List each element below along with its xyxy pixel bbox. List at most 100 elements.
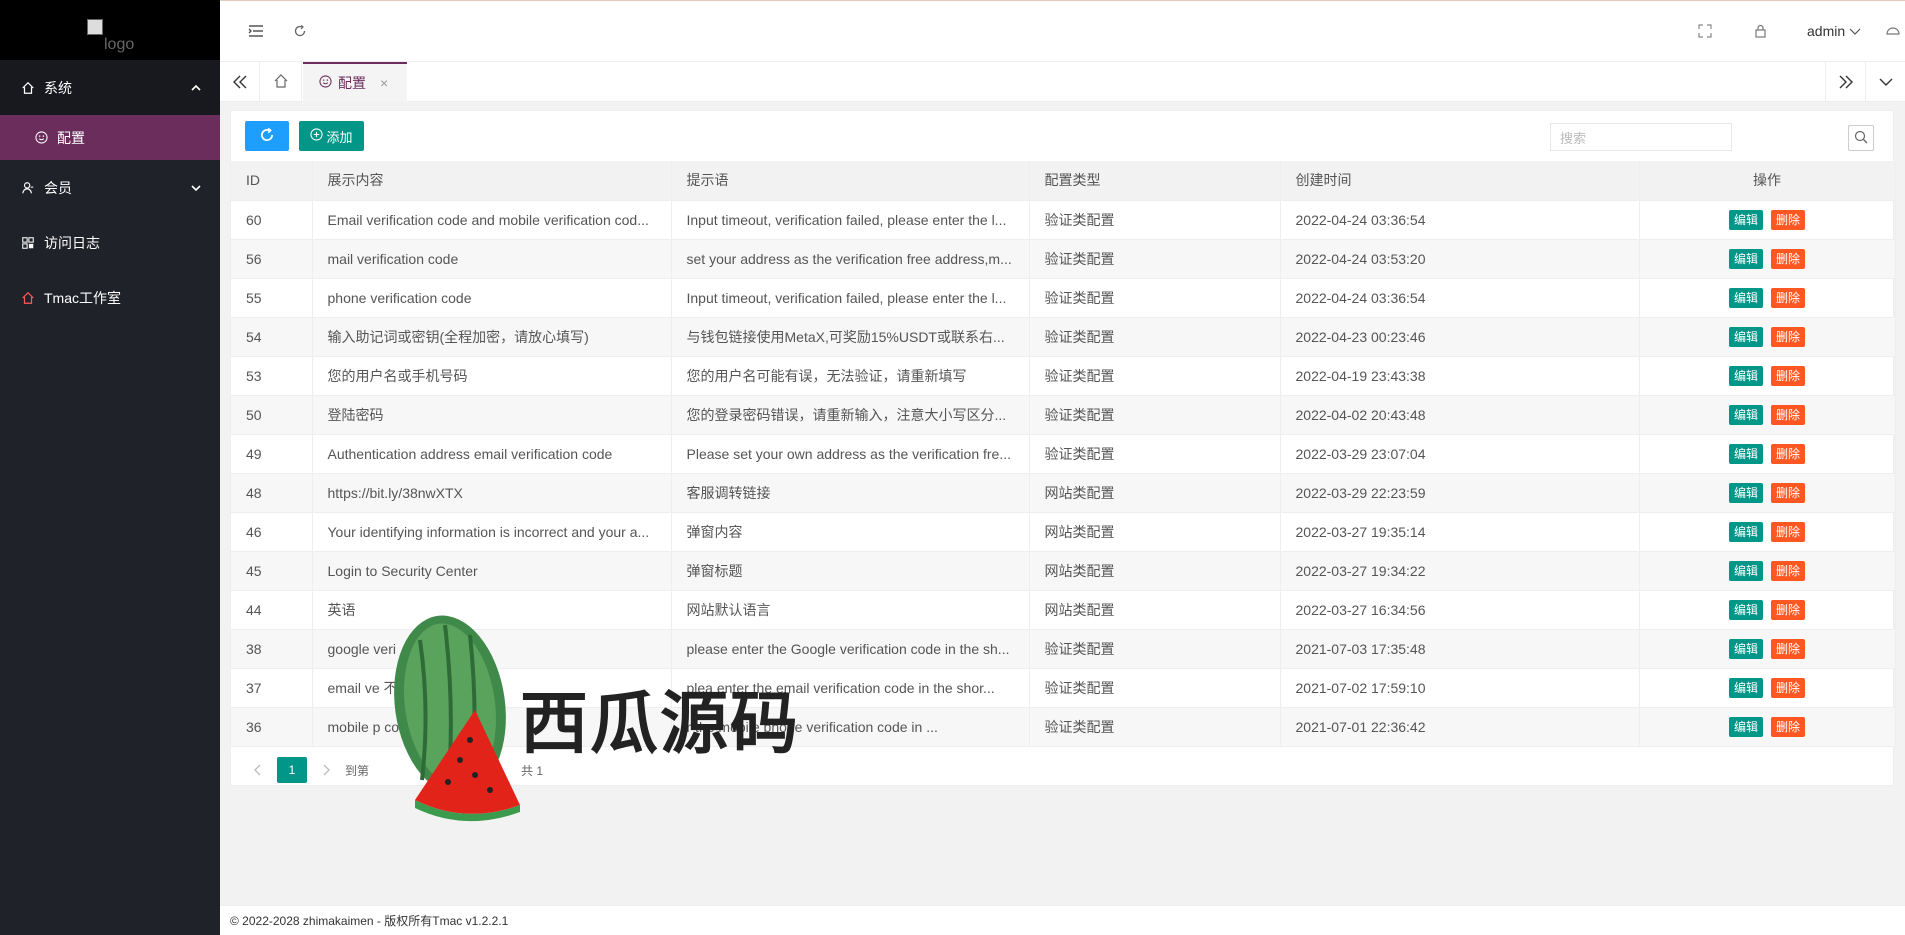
cell-id: 56 [231,239,313,279]
delete-button[interactable]: 删除 [1771,326,1806,347]
table-row[interactable]: 60 Email verification code and mobile ver… [231,200,1896,240]
cell-created: 2022-04-02 20:43:48 [1280,395,1640,435]
table-row[interactable]: 54 输入助记词或密钥(全程加密，请放心填写) 与钱包链接使用MetaX,可奖励15… [231,317,1896,357]
edit-button[interactable]: 编辑 [1728,560,1763,581]
plus-circle-icon [310,128,324,144]
edit-button[interactable]: 编辑 [1728,404,1763,425]
delete-button[interactable]: 删除 [1771,638,1806,659]
edit-button[interactable]: 编辑 [1728,443,1763,464]
edit-button[interactable]: 编辑 [1728,482,1763,503]
column-header-created[interactable]: 创建时间 [1280,161,1640,201]
edit-button[interactable]: 编辑 [1728,677,1763,698]
column-header-type[interactable]: 配置类型 [1029,161,1281,201]
cell-hint: 弹窗内容 [671,512,1030,552]
delete-button[interactable]: 删除 [1771,599,1806,620]
refresh-icon[interactable] [290,21,310,41]
cell-actions: 编辑 删除 [1639,200,1896,240]
logo[interactable]: logo [0,0,220,60]
fullscreen-icon[interactable] [1695,21,1715,41]
cell-actions: 编辑 删除 [1639,395,1896,435]
delete-button[interactable]: 删除 [1771,365,1806,386]
lock-icon[interactable] [1750,21,1770,41]
column-header-content[interactable]: 展示内容 [312,161,672,201]
edit-button[interactable]: 编辑 [1728,209,1763,230]
cell-id: 37 [231,668,313,708]
scroll-tabs-left-icon[interactable] [220,62,260,102]
delete-button[interactable]: 删除 [1771,443,1806,464]
cell-content: mail verification code [312,239,672,279]
chevron-up-icon [190,81,204,95]
table-row[interactable]: 49 Authentication address email verificat… [231,434,1896,474]
sidebar-item-members[interactable]: 会员 [0,160,220,215]
column-header-hint[interactable]: 提示语 [671,161,1030,201]
scroll-tabs-right-icon[interactable] [1825,62,1865,102]
cell-actions: 编辑 删除 [1639,434,1896,474]
cell-actions: 编辑 删除 [1639,278,1896,318]
search-input[interactable]: 搜索 [1550,123,1732,151]
delete-button[interactable]: 删除 [1771,560,1806,581]
cell-created: 2022-03-27 19:35:14 [1280,512,1640,552]
cell-created: 2022-03-27 19:34:22 [1280,551,1640,591]
sidebar-item-config[interactable]: 配置 [0,115,220,160]
tab-menu-dropdown-icon[interactable] [1865,62,1905,102]
table-row[interactable]: 56 mail verification code set your address… [231,239,1896,279]
edit-button[interactable]: 编辑 [1728,521,1763,542]
cell-actions: 编辑 删除 [1639,473,1896,513]
prev-page-icon[interactable] [245,757,271,783]
cell-id: 55 [231,278,313,318]
sidebar-item-label: Tmac工作室 [44,289,121,306]
cell-type: 验证类配置 [1029,434,1281,474]
table-row[interactable]: 48 https://bit.ly/38nwXTX 客服调转链接 网站类配置 2022-… [231,473,1896,513]
next-page-icon[interactable] [313,757,339,783]
tab-home[interactable] [260,62,302,102]
refresh-button[interactable] [245,121,289,151]
copyright-text: © 2022-2028 zhimakaimen - 版权所有Tmac v1.2.… [230,914,509,928]
cell-actions: 编辑 删除 [1639,668,1896,708]
sidebar-item-access-log[interactable]: 访问日志 [0,215,220,270]
cell-type: 验证类配置 [1029,629,1281,669]
cell-created: 2021-07-03 17:35:48 [1280,629,1640,669]
table-row[interactable]: 55 phone verification code Input timeout, … [231,278,1896,318]
edit-button[interactable]: 编辑 [1728,638,1763,659]
delete-button[interactable]: 删除 [1771,209,1806,230]
edit-button[interactable]: 编辑 [1728,248,1763,269]
theme-icon[interactable] [1883,21,1903,41]
delete-button[interactable]: 删除 [1771,482,1806,503]
cell-type: 验证类配置 [1029,395,1281,435]
sidebar-item-tmac-studio[interactable]: Tmac工作室 [0,270,220,325]
table-row[interactable]: 50 登陆密码 您的登录密码错误，请重新输入，注意大小写区分... 验证类配置 2022… [231,395,1896,435]
edit-button[interactable]: 编辑 [1728,326,1763,347]
close-icon[interactable]: × [380,75,388,91]
edit-button[interactable]: 编辑 [1728,599,1763,620]
cell-id: 45 [231,551,313,591]
edit-button[interactable]: 编辑 [1728,287,1763,308]
delete-button[interactable]: 删除 [1771,404,1806,425]
sidebar-item-system[interactable]: 系统 [0,60,220,115]
delete-button[interactable]: 删除 [1771,521,1806,542]
cell-id: 46 [231,512,313,552]
delete-button[interactable]: 删除 [1771,716,1806,737]
edit-button[interactable]: 编辑 [1728,716,1763,737]
delete-button[interactable]: 删除 [1771,677,1806,698]
search-button[interactable] [1848,125,1874,151]
menu-toggle-icon[interactable] [246,21,266,41]
chevron-down-icon [1849,23,1861,39]
cell-content: https://bit.ly/38nwXTX [312,473,672,513]
table-row[interactable]: 53 您的用户名或手机号码 您的用户名可能有误，无法验证，请重新填写 验证类配置 202… [231,356,1896,396]
cell-created: 2022-03-29 22:23:59 [1280,473,1640,513]
edit-button[interactable]: 编辑 [1728,365,1763,386]
delete-button[interactable]: 删除 [1771,248,1806,269]
column-header-id[interactable]: ID [231,161,313,201]
cell-actions: 编辑 删除 [1639,317,1896,357]
add-button[interactable]: 添加 [299,121,364,151]
current-page[interactable]: 1 [277,757,307,783]
delete-button[interactable]: 删除 [1771,287,1806,308]
cell-id: 53 [231,356,313,396]
footer: © 2022-2028 zhimakaimen - 版权所有Tmac v1.2.… [220,905,1905,935]
cell-actions: 编辑 删除 [1639,590,1896,630]
table-row[interactable]: 46 Your identifying information is incorr… [231,512,1896,552]
cell-created: 2021-07-01 22:36:42 [1280,707,1640,747]
user-menu[interactable]: admin [1807,23,1861,39]
table-row[interactable]: 45 Login to Security Center 弹窗标题 网站类配置 2022-… [231,551,1896,591]
tab-config[interactable]: 配置 × [303,62,407,102]
